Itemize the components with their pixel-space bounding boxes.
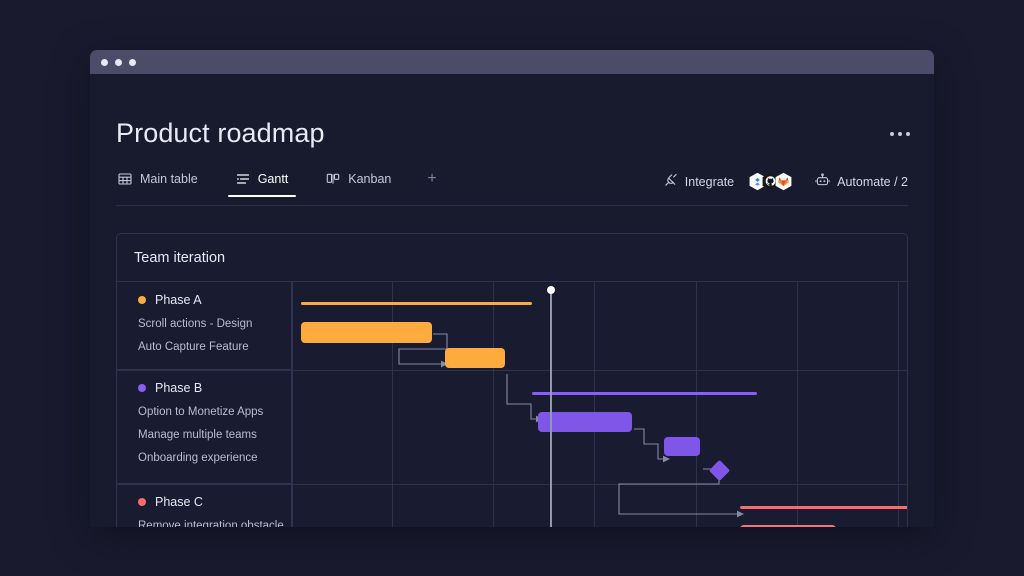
task-row[interactable]: Auto Capture Feature bbox=[138, 341, 292, 353]
window-close-button[interactable] bbox=[101, 58, 108, 66]
phase-color-dot-icon bbox=[138, 384, 146, 392]
phase-group-c: Phase C Remove integration obstacle bbox=[117, 484, 292, 527]
phase-group-a: Phase A Scroll actions - Design Auto Cap… bbox=[117, 282, 292, 370]
phase-color-dot-icon bbox=[138, 498, 146, 506]
gantt-icon bbox=[236, 172, 250, 186]
task-row[interactable]: Remove integration obstacle bbox=[138, 520, 292, 527]
gitlab-badge[interactable] bbox=[774, 172, 793, 191]
phase-label: Phase A bbox=[155, 293, 202, 307]
summary-bar-phase-a[interactable] bbox=[301, 302, 532, 305]
task-list-column: Phase A Scroll actions - Design Auto Cap… bbox=[117, 282, 293, 527]
kebab-dot-icon bbox=[898, 132, 902, 136]
automate-button[interactable]: Automate / 2 bbox=[815, 172, 908, 191]
task-bar-auto-capture-feature[interactable] bbox=[445, 348, 505, 368]
app-content: Product roadmap Main table Gantt Kanban … bbox=[90, 74, 934, 527]
phase-label: Phase C bbox=[155, 495, 203, 509]
today-marker-handle[interactable] bbox=[547, 286, 555, 294]
kebab-dot-icon bbox=[890, 132, 894, 136]
summary-bar-phase-b[interactable] bbox=[532, 392, 757, 395]
task-bar-manage-multiple-teams[interactable] bbox=[664, 437, 700, 456]
task-bar-scroll-actions-design[interactable] bbox=[301, 322, 432, 343]
table-icon bbox=[118, 172, 132, 186]
window-minimize-button[interactable] bbox=[115, 58, 122, 66]
board-toolbar: Integrate Automate / 2 bbox=[663, 172, 908, 201]
phase-group-b: Phase B Option to Monetize Apps Manage m… bbox=[117, 370, 292, 484]
today-marker-line bbox=[550, 288, 552, 527]
task-bar-remove-integration-obstacle[interactable] bbox=[740, 525, 836, 527]
screen: Product roadmap Main table Gantt Kanban … bbox=[0, 0, 1024, 576]
window-maximize-button[interactable] bbox=[129, 58, 136, 66]
tab-label: Gantt bbox=[257, 172, 289, 186]
window-titlebar bbox=[90, 50, 934, 74]
add-view-button[interactable]: + bbox=[427, 171, 436, 196]
tab-main-table[interactable]: Main table bbox=[116, 172, 200, 196]
automate-label: Automate / 2 bbox=[837, 174, 908, 189]
kanban-icon bbox=[326, 172, 340, 186]
board-title: Team iteration bbox=[117, 234, 907, 282]
tab-kanban[interactable]: Kanban bbox=[324, 172, 393, 196]
integrate-label: Integrate bbox=[684, 174, 735, 189]
phase-row[interactable]: Phase B bbox=[138, 381, 292, 395]
phase-row[interactable]: Phase C bbox=[138, 495, 292, 509]
task-row[interactable]: Scroll actions - Design bbox=[138, 318, 292, 330]
task-row[interactable]: Option to Monetize Apps bbox=[138, 406, 292, 418]
tab-label: Kanban bbox=[348, 172, 392, 186]
plug-icon bbox=[663, 173, 678, 191]
task-row[interactable]: Onboarding experience bbox=[138, 452, 292, 464]
integration-badges[interactable] bbox=[748, 172, 793, 191]
phase-color-dot-icon bbox=[138, 296, 146, 304]
task-bar-option-to-monetize-apps[interactable] bbox=[538, 412, 632, 432]
page-title: Product roadmap bbox=[116, 118, 325, 148]
robot-icon bbox=[815, 172, 830, 191]
gantt-grid: Phase A Scroll actions - Design Auto Cap… bbox=[117, 282, 907, 527]
integrate-button[interactable]: Integrate bbox=[663, 173, 734, 191]
phase-label: Phase B bbox=[155, 381, 203, 395]
tab-gantt[interactable]: Gantt bbox=[227, 172, 296, 197]
summary-bar-phase-c[interactable] bbox=[740, 506, 907, 509]
kebab-dot-icon bbox=[906, 132, 910, 136]
tab-label: Main table bbox=[140, 172, 198, 186]
more-options-button[interactable] bbox=[890, 132, 910, 136]
phase-row[interactable]: Phase A bbox=[138, 293, 292, 307]
task-row[interactable]: Manage multiple teams bbox=[138, 429, 292, 441]
gantt-card: Team iteration Phase A Scroll actions - … bbox=[116, 233, 908, 527]
app-window: Product roadmap Main table Gantt Kanban … bbox=[90, 50, 934, 527]
